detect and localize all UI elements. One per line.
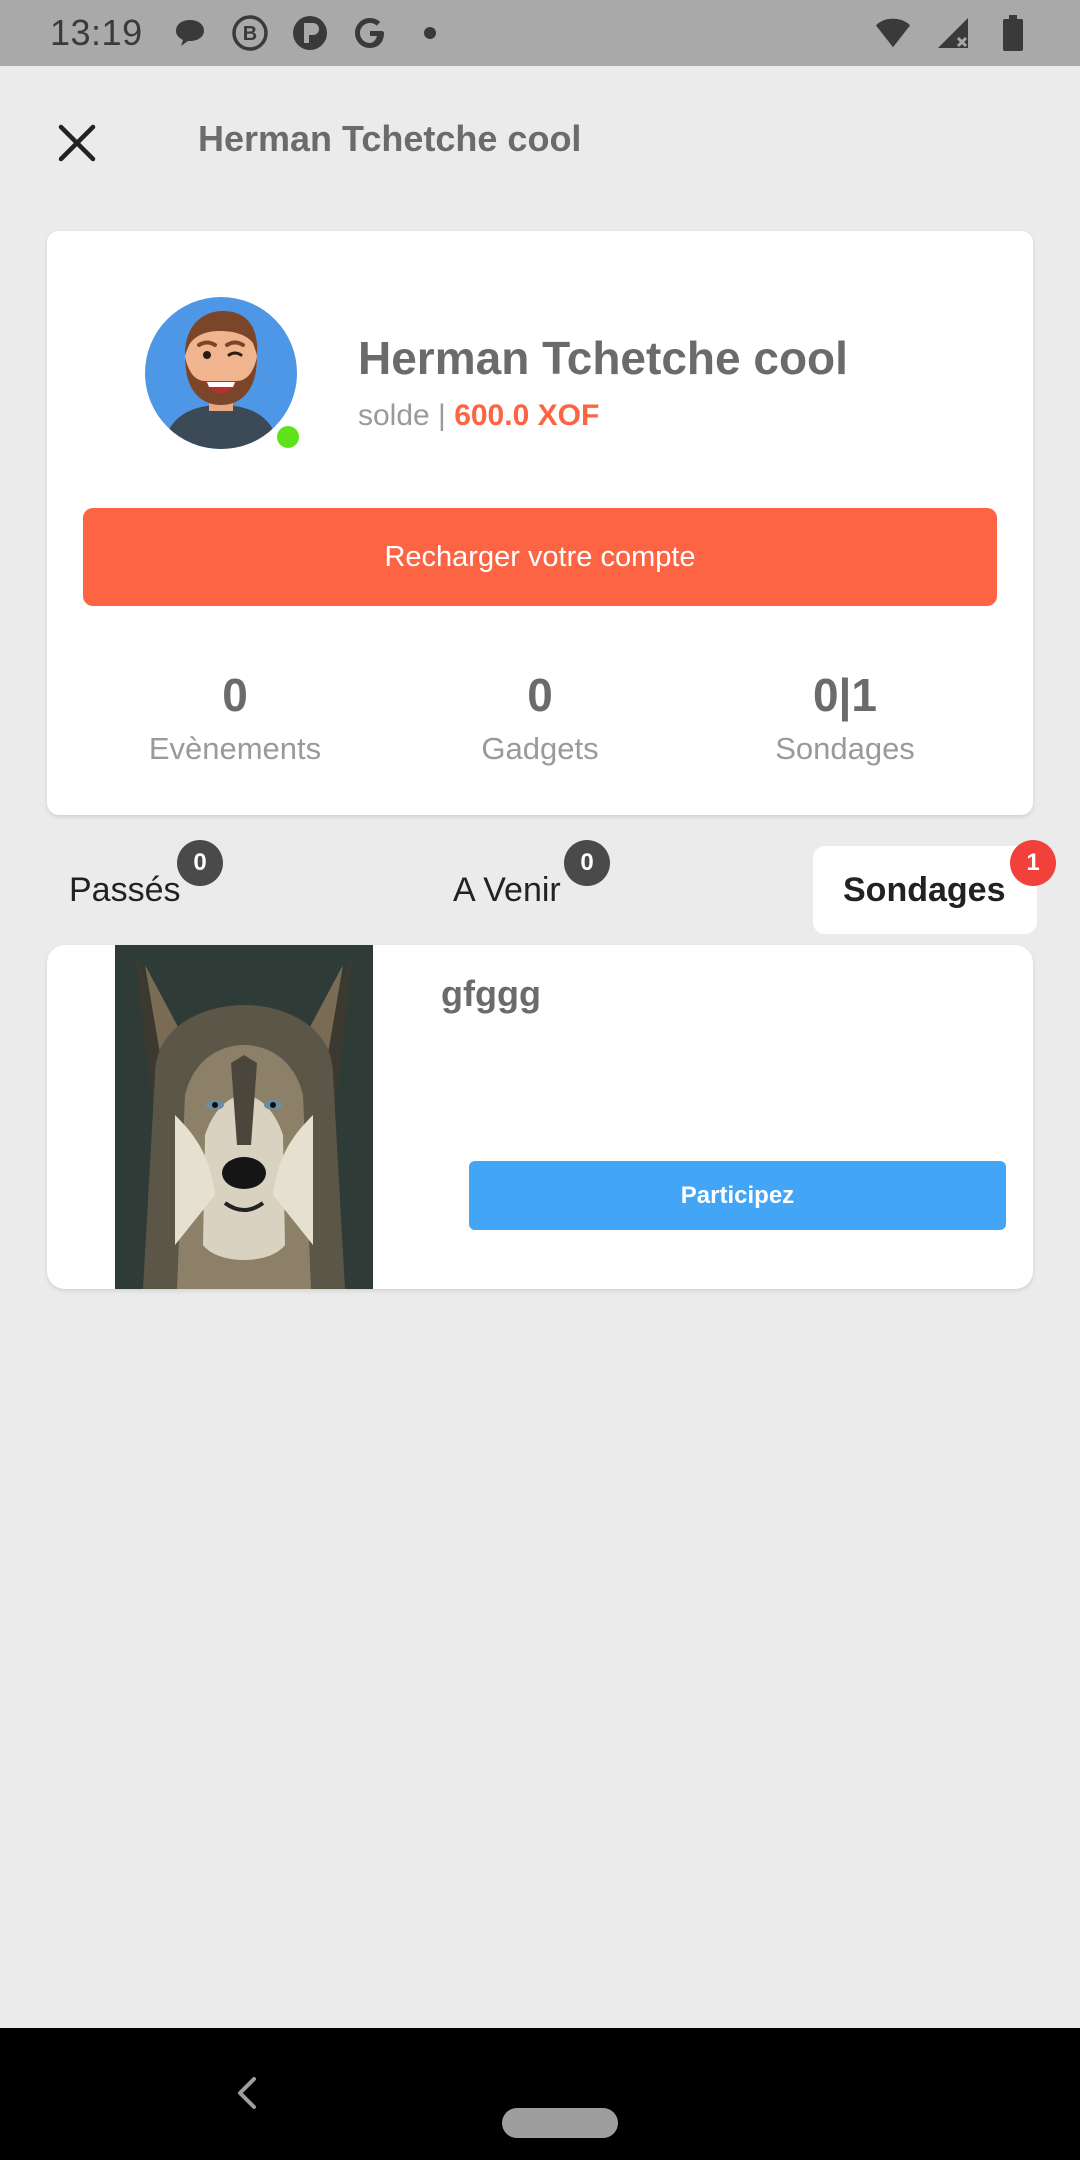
poll-image bbox=[115, 945, 373, 1289]
notification-icons: B bbox=[171, 14, 449, 52]
system-icons bbox=[874, 14, 1032, 52]
signal-icon bbox=[934, 14, 972, 52]
wifi-icon bbox=[874, 14, 912, 52]
balance-label: solde | bbox=[358, 399, 455, 432]
stat-label: Gadgets bbox=[481, 731, 599, 766]
page-title: Herman Tchetche cool bbox=[198, 118, 582, 159]
poll-title: gfggg bbox=[441, 973, 541, 1014]
avatar bbox=[145, 297, 297, 449]
tab-label: A Venir bbox=[453, 870, 561, 909]
p-circle-icon bbox=[291, 14, 329, 52]
tab-label: Passés bbox=[69, 870, 181, 909]
stat-events: 0 Evènements bbox=[105, 665, 365, 767]
wolf-image bbox=[115, 945, 373, 1289]
tab-badge-polls: 1 bbox=[1010, 840, 1056, 886]
battery-icon bbox=[994, 14, 1032, 52]
stat-value: 0|1 bbox=[812, 669, 878, 721]
chevron-left-icon bbox=[238, 2077, 256, 2109]
tab-badge-past: 0 bbox=[177, 840, 223, 886]
poll-card[interactable]: gfggg Participez bbox=[47, 945, 1033, 1289]
stat-label: Evènements bbox=[148, 731, 322, 766]
b-circle-icon: B bbox=[231, 14, 269, 52]
chat-bubble-icon bbox=[171, 14, 209, 52]
stat-value: 0 bbox=[222, 669, 248, 721]
close-icon bbox=[58, 124, 96, 162]
app-bar: Herman Tchetche cool bbox=[0, 66, 1080, 216]
tab-polls[interactable]: Sondages bbox=[813, 846, 1037, 934]
stat-polls: 0|1 Sondages bbox=[715, 665, 975, 767]
google-g-icon bbox=[351, 14, 389, 52]
balance-line: solde | 600.0 XOF bbox=[358, 399, 599, 433]
tab-upcoming[interactable]: A Venir bbox=[453, 846, 561, 934]
recharge-account-button[interactable]: Recharger votre compte bbox=[83, 508, 997, 606]
close-button[interactable] bbox=[50, 116, 104, 170]
stat-gadgets: 0 Gadgets bbox=[410, 665, 670, 767]
status-bar: 13:19 B bbox=[0, 0, 1080, 66]
home-pill-button[interactable] bbox=[502, 2108, 618, 2138]
participate-button[interactable]: Participez bbox=[469, 1161, 1006, 1230]
profile-name: Herman Tchetche cool bbox=[358, 332, 848, 384]
tab-badge-upcoming: 0 bbox=[564, 840, 610, 886]
balance-amount: 600.0 XOF bbox=[454, 399, 600, 432]
back-button[interactable] bbox=[222, 2068, 272, 2118]
status-time: 13:19 bbox=[50, 12, 143, 53]
svg-text:B: B bbox=[242, 23, 256, 45]
navigation-bar bbox=[0, 2028, 1080, 2160]
tab-past[interactable]: Passés bbox=[69, 846, 181, 934]
stat-value: 0 bbox=[527, 669, 553, 721]
stat-label: Sondages bbox=[775, 731, 915, 766]
profile-card: Herman Tchetche cool solde | 600.0 XOF R… bbox=[47, 231, 1033, 815]
tab-label: Sondages bbox=[843, 870, 1006, 909]
dot-icon bbox=[411, 14, 449, 52]
online-status-indicator bbox=[273, 422, 303, 452]
